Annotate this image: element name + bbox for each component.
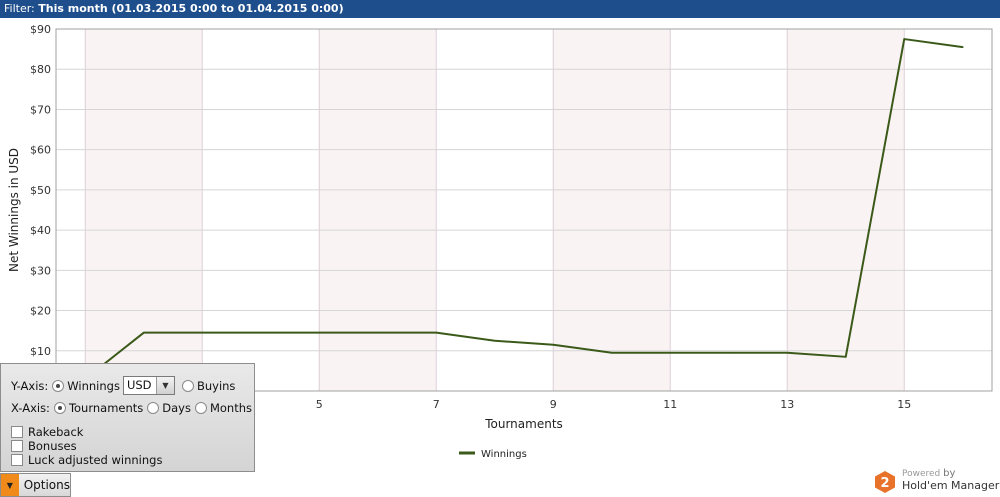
- hem2-logo-icon: 2: [875, 471, 895, 493]
- y-tick-label: $50: [30, 184, 51, 197]
- powered-text: Powered by: [902, 468, 955, 479]
- y-axis-title: Net Winnings in USD: [7, 148, 21, 272]
- rakeback-checkbox[interactable]: [11, 426, 23, 438]
- bonuses-label[interactable]: Bonuses: [28, 439, 77, 453]
- x-tick-label: 5: [316, 398, 323, 411]
- days-radio[interactable]: [147, 402, 160, 414]
- filter-label: Filter:: [4, 2, 35, 15]
- tournaments-radio-label[interactable]: Tournaments: [69, 401, 143, 415]
- bonuses-row: Bonuses: [11, 439, 77, 453]
- options-button-label: Options: [23, 478, 70, 492]
- y-tick-label: $60: [30, 144, 51, 157]
- months-radio[interactable]: [194, 402, 207, 414]
- data-point: [610, 351, 613, 354]
- data-point: [318, 331, 321, 334]
- filter-bar: Filter: This month (01.03.2015 0:00 to 0…: [0, 0, 1000, 18]
- by-label: by: [943, 468, 956, 479]
- x-tick-label: 9: [550, 398, 557, 411]
- x-tick-label: 15: [897, 398, 911, 411]
- data-point: [259, 331, 262, 334]
- data-point: [669, 351, 672, 354]
- plot-band: [319, 29, 437, 391]
- options-button[interactable]: ▼ Options: [0, 473, 71, 497]
- y-tick-labels: $10 $20 $30 $40 $50 $60 $70 $80 $90: [30, 23, 51, 358]
- data-point: [142, 331, 145, 334]
- y-tick-label: $20: [30, 305, 51, 318]
- months-radio-label[interactable]: Months: [210, 401, 252, 415]
- chevron-down-icon[interactable]: ▼: [155, 377, 174, 394]
- x-tick-labels: 5 7 9 11 13 15: [316, 398, 912, 411]
- currency-select[interactable]: USD ▼: [122, 376, 175, 395]
- data-point: [786, 351, 789, 354]
- data-point: [376, 331, 379, 334]
- y-tick-label: $80: [30, 63, 51, 76]
- data-point: [961, 46, 964, 48]
- x-axis-label: X-Axis:: [11, 401, 50, 415]
- brand-name: Hold'em Manager: [902, 479, 1000, 492]
- plot-band: [85, 29, 203, 391]
- data-point: [903, 38, 906, 40]
- x-axis-row: X-Axis: Tournaments Days Months: [11, 401, 252, 415]
- y-axis-label: Y-Axis:: [11, 378, 49, 393]
- y-tick-label: $10: [30, 345, 51, 358]
- plot-bands: [56, 29, 992, 391]
- y-tick-label: $30: [30, 264, 51, 277]
- winnings-radio[interactable]: [52, 379, 65, 392]
- luck-adjusted-checkbox[interactable]: [11, 454, 23, 466]
- currency-value: USD: [126, 378, 152, 392]
- y-axis-row: Y-Axis: Winnings USD ▼ Buyins: [11, 376, 235, 395]
- legend: Winnings: [459, 449, 527, 460]
- y-tick-label: $40: [30, 224, 51, 237]
- plot-band: [787, 29, 905, 391]
- x-tick-label: 11: [663, 398, 677, 411]
- rakeback-label[interactable]: Rakeback: [28, 425, 83, 439]
- options-panel: Y-Axis: Winnings USD ▼ Buyins X-Axis: To…: [0, 363, 255, 472]
- data-point: [435, 331, 438, 334]
- plot-band: [553, 29, 671, 391]
- buyins-radio[interactable]: [181, 379, 194, 392]
- data-point: [493, 339, 496, 342]
- rakeback-row: Rakeback: [11, 425, 83, 439]
- chevron-down-icon: ▼: [1, 474, 19, 496]
- x-tick-label: 13: [780, 398, 794, 411]
- tournaments-radio[interactable]: [53, 402, 66, 414]
- x-tick-label: 7: [433, 398, 440, 411]
- y-tick-label: $70: [30, 103, 51, 116]
- data-point: [552, 343, 555, 346]
- logo-badge-number: 2: [880, 476, 889, 491]
- bonuses-checkbox[interactable]: [11, 440, 23, 452]
- filter-value[interactable]: This month (01.03.2015 0:00 to 01.04.201…: [38, 2, 343, 15]
- powered-by-logo: 2 Powered by Hold'em Manager: [874, 467, 1000, 497]
- data-point: [727, 351, 730, 354]
- data-point: [844, 356, 847, 358]
- y-tick-label: $90: [30, 23, 51, 36]
- luck-row: Luck adjusted winnings: [11, 453, 162, 467]
- buyins-radio-label[interactable]: Buyins: [197, 379, 235, 393]
- powered-label: Powered: [902, 469, 941, 479]
- luck-adjusted-label[interactable]: Luck adjusted winnings: [28, 453, 162, 467]
- data-point: [201, 331, 204, 334]
- days-radio-label[interactable]: Days: [162, 401, 191, 415]
- legend-label: Winnings: [481, 449, 527, 460]
- winnings-radio-label[interactable]: Winnings: [67, 379, 120, 393]
- x-axis-title: Tournaments: [484, 417, 563, 431]
